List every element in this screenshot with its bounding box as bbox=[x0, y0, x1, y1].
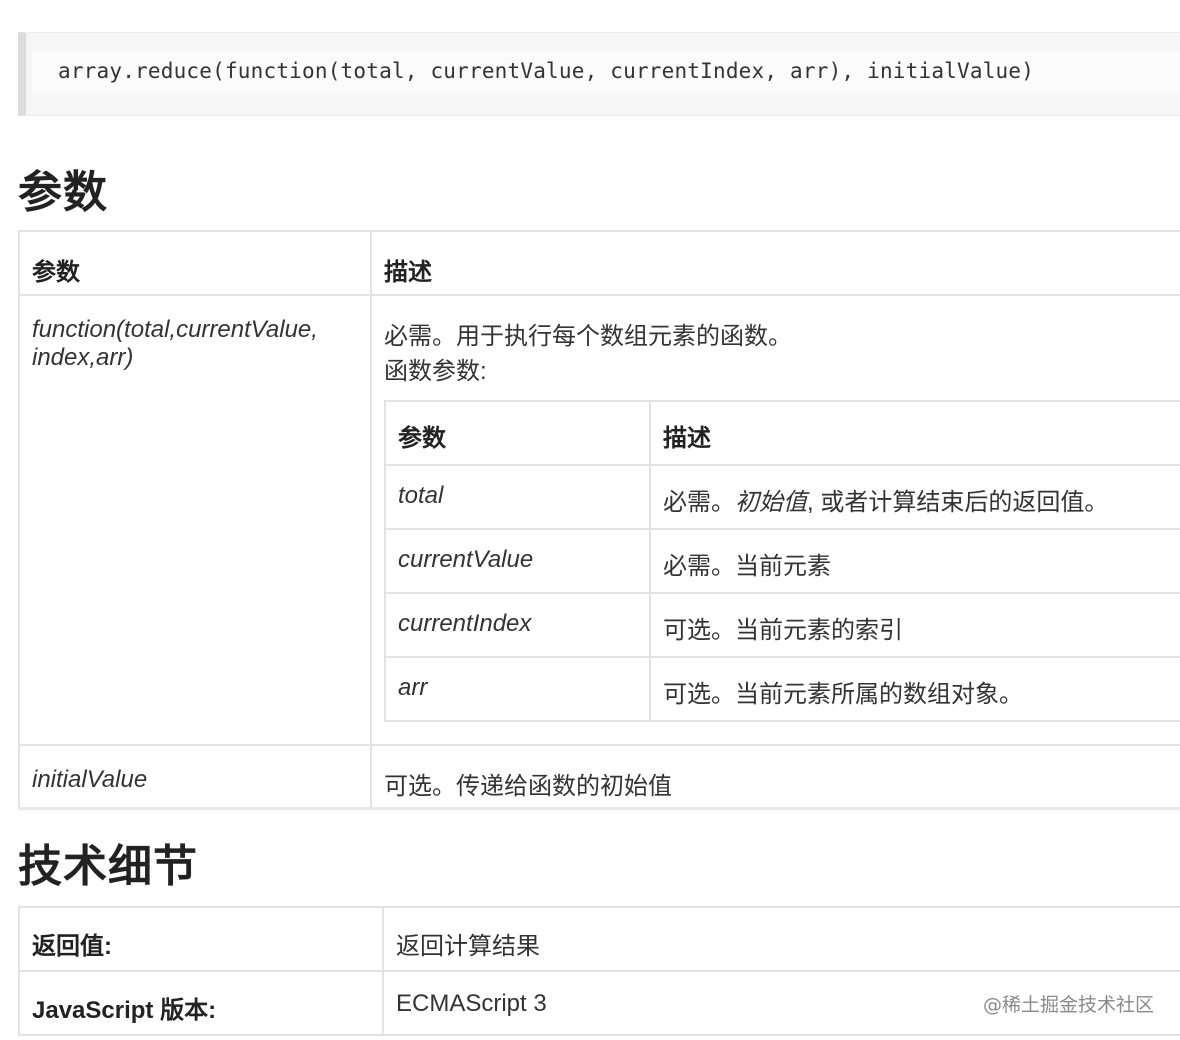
nested-param-name: arr bbox=[384, 656, 651, 722]
section-title-tech: 技术细节 bbox=[18, 841, 198, 892]
section-title-params: 参数 bbox=[18, 167, 108, 218]
code-syntax: array.reduce(function(total, currentValu… bbox=[58, 59, 1035, 83]
nested-header-desc: 描述 bbox=[649, 400, 1180, 466]
nested-header-param: 参数 bbox=[384, 400, 651, 466]
nested-params-table: 参数 描述 total 必需。初始值, 或者计算结束后的返回值。 current… bbox=[384, 400, 1180, 722]
nested-desc-prefix: 必需。 bbox=[663, 489, 735, 516]
tech-label-return: 返回值: bbox=[18, 906, 384, 972]
tech-label-version: JavaScript 版本: bbox=[18, 970, 384, 1036]
nested-param-desc: 必需。当前元素 bbox=[649, 528, 1180, 594]
param-desc-function-line2: 函数参数: bbox=[384, 358, 487, 385]
table-row: total 必需。初始值, 或者计算结束后的返回值。 bbox=[384, 464, 1180, 530]
param-name-initialvalue: initialValue bbox=[18, 744, 372, 810]
param-name-function-text: function(total,currentValue, index,arr) bbox=[32, 316, 318, 371]
nested-param-name: currentValue bbox=[384, 528, 651, 594]
table-row: arr 可选。当前元素所属的数组对象。 bbox=[384, 656, 1180, 722]
param-desc-function-line1: 必需。用于执行每个数组元素的函数。 bbox=[384, 323, 792, 350]
table-row: currentIndex 可选。当前元素的索引 bbox=[384, 592, 1180, 658]
param-desc-initialvalue: 可选。传递给函数的初始值 bbox=[370, 744, 1180, 810]
code-block: array.reduce(function(total, currentValu… bbox=[18, 32, 1180, 116]
nested-param-desc: 可选。当前元素的索引 bbox=[649, 592, 1180, 658]
nested-desc-italic: 初始值 bbox=[735, 489, 807, 516]
nested-param-name: currentIndex bbox=[384, 592, 651, 658]
params-header-desc: 描述 bbox=[370, 230, 1180, 296]
nested-param-desc: 必需。初始值, 或者计算结束后的返回值。 bbox=[649, 464, 1180, 530]
param-desc-function: 必需。用于执行每个数组元素的函数。 函数参数: 参数 描述 total 必需。初… bbox=[370, 294, 1180, 746]
table-row: 返回值: 返回计算结果 bbox=[18, 906, 1180, 972]
nested-desc-suffix: , 或者计算结束后的返回值。 bbox=[807, 489, 1109, 516]
section-divider bbox=[18, 807, 1180, 810]
tech-value-return: 返回计算结果 bbox=[382, 906, 1180, 972]
table-row: currentValue 必需。当前元素 bbox=[384, 528, 1180, 594]
params-table: 参数 描述 function(total,currentValue, index… bbox=[18, 230, 1180, 810]
nested-param-desc: 可选。当前元素所属的数组对象。 bbox=[649, 656, 1180, 722]
param-name-function: function(total,currentValue, index,arr) bbox=[18, 294, 372, 746]
nested-param-name: total bbox=[384, 464, 651, 530]
params-header-param: 参数 bbox=[18, 230, 372, 296]
watermark: @稀土掘金技术社区 bbox=[982, 994, 1154, 1016]
